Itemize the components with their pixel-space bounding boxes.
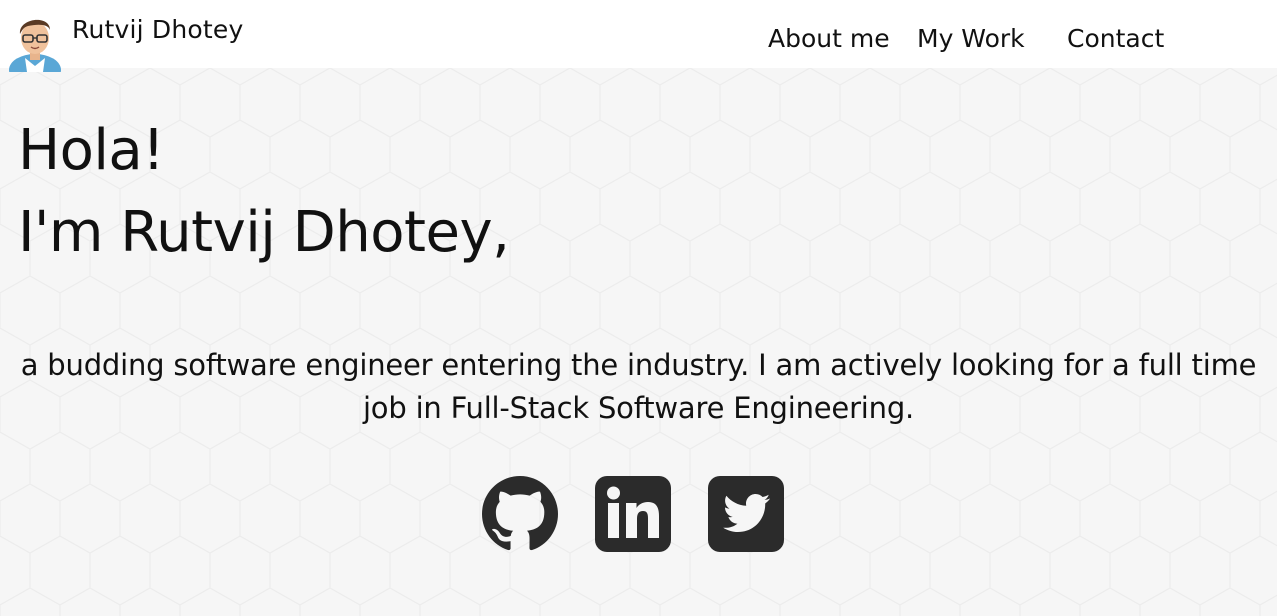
nav-about-me[interactable]: About me bbox=[768, 24, 890, 53]
nav-my-work[interactable]: My Work bbox=[917, 24, 1025, 53]
twitter-icon bbox=[708, 476, 784, 552]
hero-greeting: Hola! bbox=[18, 118, 165, 183]
nav-contact[interactable]: Contact bbox=[1067, 24, 1164, 53]
hero-intro: I'm Rutvij Dhotey, bbox=[18, 200, 510, 265]
top-navbar: Rutvij Dhotey About me My Work Contact bbox=[0, 0, 1277, 72]
linkedin-link[interactable] bbox=[595, 476, 671, 552]
site-name[interactable]: Rutvij Dhotey bbox=[72, 15, 244, 44]
github-icon bbox=[482, 476, 558, 551]
github-link[interactable] bbox=[482, 476, 558, 552]
hero-section: Hola! I'm Rutvij Dhotey, a budding softw… bbox=[0, 68, 1277, 616]
avatar-icon[interactable] bbox=[8, 10, 62, 72]
linkedin-icon bbox=[595, 476, 671, 552]
twitter-link[interactable] bbox=[708, 476, 784, 552]
hero-tagline: a budding software engineer entering the… bbox=[20, 348, 1257, 425]
